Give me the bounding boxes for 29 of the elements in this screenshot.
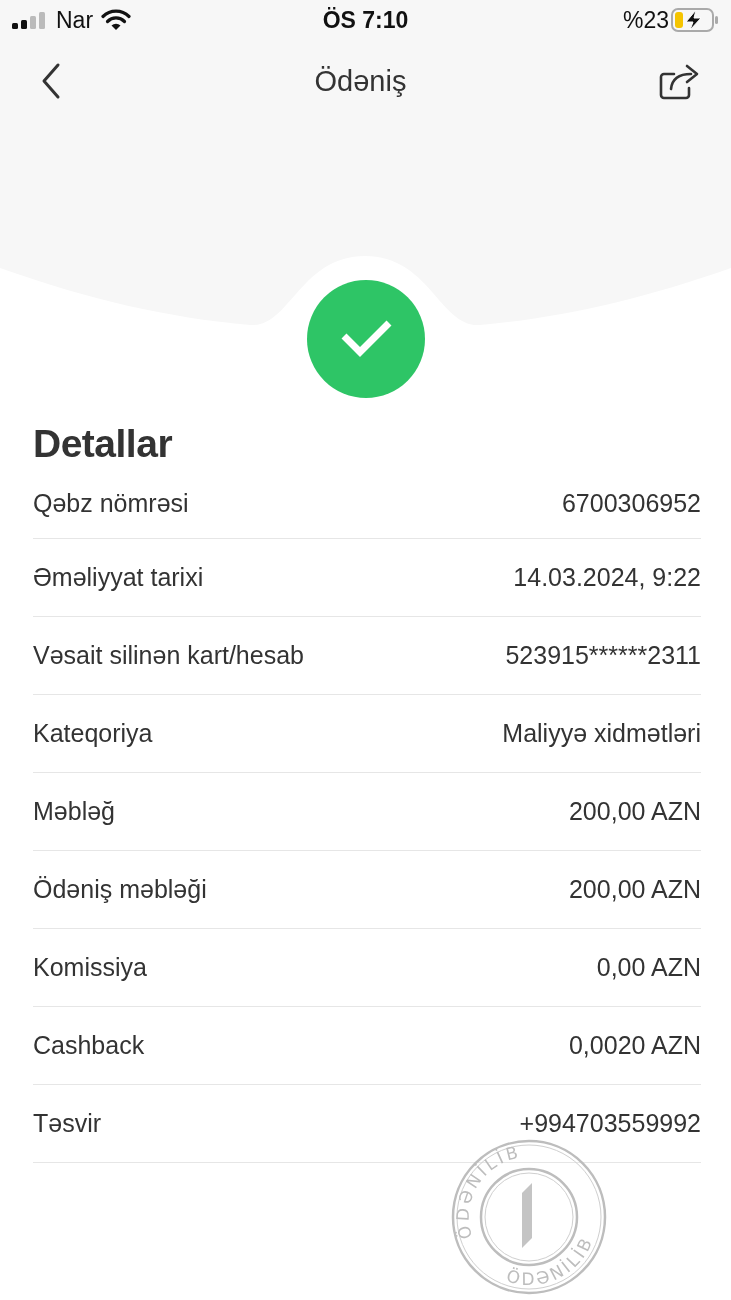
battery-charging-icon bbox=[671, 8, 719, 32]
carrier-name: Nar bbox=[56, 6, 94, 34]
clock-time: ÖS 7:10 bbox=[322, 6, 409, 34]
share-button[interactable] bbox=[659, 62, 701, 100]
detail-value: 6700306952 bbox=[561, 488, 701, 518]
detail-value: 200,00 AZN bbox=[568, 875, 701, 904]
detail-value: 523915******2311 bbox=[505, 641, 701, 670]
detail-label: Komissiya bbox=[33, 953, 147, 982]
detail-value: Maliyyə xidmətləri bbox=[502, 719, 701, 748]
detail-value: 14.03.2024, 9:22 bbox=[513, 563, 701, 592]
detail-value: 0,00 AZN bbox=[596, 953, 701, 982]
wifi-icon bbox=[101, 9, 132, 31]
battery-percent: %23 bbox=[622, 6, 669, 34]
detail-value: 0,0020 AZN bbox=[568, 1031, 701, 1060]
detail-label: Kateqoriya bbox=[33, 719, 153, 748]
detail-value: +994703559992 bbox=[519, 1109, 701, 1138]
back-button[interactable] bbox=[40, 62, 62, 100]
detail-label: Qəbz nömrəsi bbox=[33, 488, 189, 518]
detail-value: 200,00 AZN bbox=[568, 797, 701, 826]
detail-label: Vəsait silinən kart/hesab bbox=[33, 641, 304, 670]
detail-label: Cashback bbox=[33, 1031, 145, 1060]
section-title: Detallar bbox=[33, 421, 174, 467]
detail-label: Təsvir bbox=[33, 1109, 102, 1138]
signal-icon bbox=[12, 11, 48, 29]
screen-title: Ödəniş bbox=[314, 64, 407, 98]
success-check-icon bbox=[306, 280, 425, 398]
detail-label: Ödəniş məbləği bbox=[33, 875, 207, 904]
detail-label: Əməliyyat tarixi bbox=[33, 563, 204, 592]
detail-label: Məbləğ bbox=[33, 797, 115, 826]
